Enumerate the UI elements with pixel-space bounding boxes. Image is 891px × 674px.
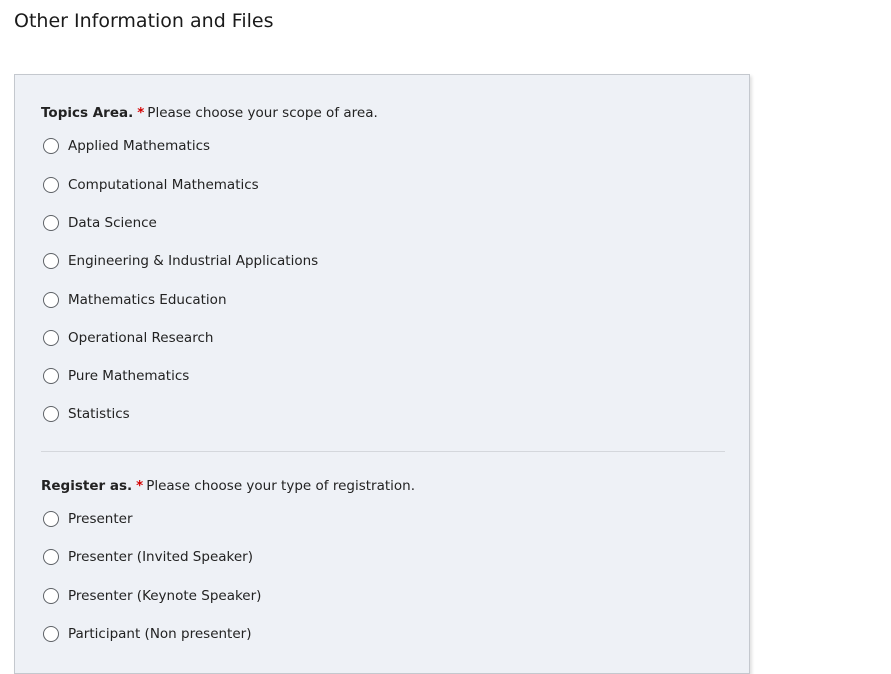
register-option-keynote-speaker[interactable]: Presenter (Keynote Speaker) xyxy=(43,588,261,604)
form-panel: Topics Area. * Please choose your scope of… xyxy=(14,74,750,674)
topic-option-pure-mathematics[interactable]: Pure Mathematics xyxy=(43,368,189,384)
topic-option-operational-research[interactable]: Operational Research xyxy=(43,330,213,346)
option-label: Engineering & Industrial Applications xyxy=(68,253,319,269)
required-marker: * xyxy=(136,478,144,494)
topics-question: Topics Area. * Please choose your scope of… xyxy=(41,105,378,121)
radio-button[interactable] xyxy=(43,177,59,193)
radio-button[interactable] xyxy=(43,253,59,269)
option-label: Presenter (Keynote Speaker) xyxy=(68,588,262,604)
radio-button[interactable] xyxy=(43,138,59,154)
option-label: Operational Research xyxy=(68,330,214,346)
register-question: Register as. * Please choose your type of … xyxy=(41,478,415,494)
required-marker: * xyxy=(137,105,145,121)
topic-option-engineering[interactable]: Engineering & Industrial Applications xyxy=(43,253,318,269)
topic-option-statistics[interactable]: Statistics xyxy=(43,406,130,422)
option-label: Computational Mathematics xyxy=(68,177,259,193)
page-title: Other Information and Files xyxy=(14,10,274,32)
radio-button[interactable] xyxy=(43,406,59,422)
register-hint: Please choose your type of registration. xyxy=(146,478,415,494)
radio-button[interactable] xyxy=(43,368,59,384)
option-label: Applied Mathematics xyxy=(68,138,211,154)
radio-button[interactable] xyxy=(43,330,59,346)
option-label: Presenter xyxy=(68,511,133,527)
register-label: Register as. xyxy=(41,478,133,494)
option-label: Statistics xyxy=(68,406,130,422)
option-label: Presenter (Invited Speaker) xyxy=(68,549,253,565)
radio-button[interactable] xyxy=(43,549,59,565)
topic-option-data-science[interactable]: Data Science xyxy=(43,215,157,231)
option-label: Data Science xyxy=(68,215,157,231)
radio-button[interactable] xyxy=(43,511,59,527)
section-divider xyxy=(41,451,725,452)
radio-button[interactable] xyxy=(43,626,59,642)
register-option-participant[interactable]: Participant (Non presenter) xyxy=(43,626,251,642)
topics-label: Topics Area. xyxy=(41,105,134,121)
topics-hint: Please choose your scope of area. xyxy=(147,105,378,121)
topic-option-applied-mathematics[interactable]: Applied Mathematics xyxy=(43,138,210,154)
topic-option-mathematics-education[interactable]: Mathematics Education xyxy=(43,292,227,308)
radio-button[interactable] xyxy=(43,215,59,231)
topic-option-computational-mathematics[interactable]: Computational Mathematics xyxy=(43,177,259,193)
register-option-invited-speaker[interactable]: Presenter (Invited Speaker) xyxy=(43,549,253,565)
option-label: Mathematics Education xyxy=(68,292,227,308)
radio-button[interactable] xyxy=(43,588,59,604)
option-label: Pure Mathematics xyxy=(68,368,190,384)
register-option-presenter[interactable]: Presenter xyxy=(43,511,133,527)
radio-button[interactable] xyxy=(43,292,59,308)
option-label: Participant (Non presenter) xyxy=(68,626,252,642)
